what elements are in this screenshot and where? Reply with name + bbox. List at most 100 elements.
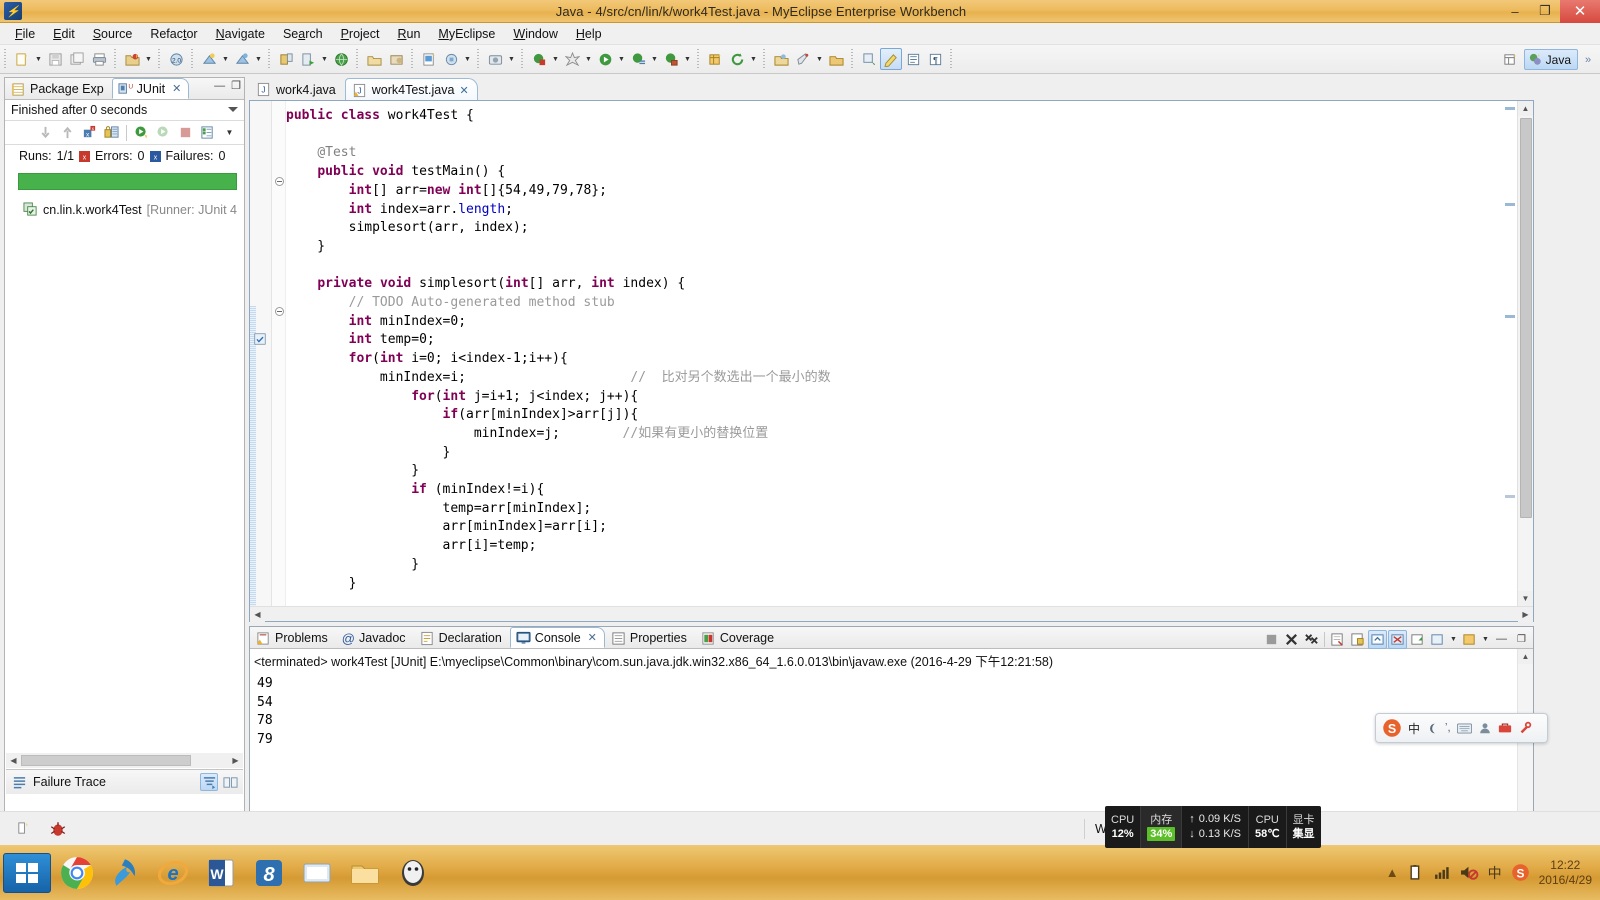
toolbox-icon[interactable] [1498,721,1512,735]
menu-navigate[interactable]: Navigate [207,25,274,43]
filter-stack-trace-icon[interactable] [200,773,218,791]
save-icon[interactable] [44,48,66,70]
scroll-left-icon[interactable]: ◀ [250,606,265,622]
next-annotation-icon[interactable] [726,48,748,70]
run-db-dropdown-icon[interactable]: ▼ [319,48,330,70]
scroll-thumb[interactable] [1520,118,1532,518]
editor-annotation-ruler[interactable] [250,101,272,606]
open-console-icon[interactable] [1408,630,1427,649]
new-class-icon[interactable] [418,48,440,70]
pin-console-icon[interactable] [1368,629,1387,649]
toolbar-grip[interactable] [113,49,118,69]
editor-folding-ruler[interactable] [272,101,286,606]
new-java-project-icon[interactable] [121,48,143,70]
windows-start-icon[interactable] [3,852,51,893]
menu-search[interactable]: Search [274,25,332,43]
run-history-dropdown-icon[interactable]: ▼ [649,48,660,70]
open-project-icon[interactable] [825,48,847,70]
left-view-maximize-icon[interactable]: ❐ [231,81,241,92]
db-explorer-icon[interactable] [275,48,297,70]
run-external-tools-icon[interactable] [660,48,682,70]
thunder-taskbar-icon[interactable] [103,851,147,895]
ime-cn-icon[interactable]: 中 [1488,863,1502,883]
run-external-dropdown-icon[interactable]: ▼ [682,48,693,70]
run-dropdown-icon[interactable]: ▼ [616,48,627,70]
editor-vertical-scrollbar[interactable]: ▲ ▼ [1517,101,1533,606]
new-wizard-icon[interactable] [11,48,33,70]
junit-horizontal-scrollbar[interactable]: ◀ ▶ [6,753,243,768]
editor-tab-work4[interactable]: J work4.java [249,78,345,101]
volume-muted-icon[interactable] [1460,864,1479,881]
menu-source[interactable]: Source [84,25,142,43]
scroll-left-icon[interactable]: ◀ [6,753,21,768]
moon-icon[interactable] [1426,722,1439,735]
toolbar-grip[interactable] [476,49,481,69]
rerun-failed-icon[interactable] [153,123,174,143]
save-all-icon[interactable] [66,48,88,70]
snapshot-dropdown-icon[interactable]: ▼ [506,48,517,70]
debug-dropdown-icon[interactable]: ▼ [550,48,561,70]
toolbar-grip[interactable] [696,49,701,69]
ime-mode-label[interactable]: 中 [1408,720,1420,737]
clear-console-icon[interactable] [1328,630,1347,649]
new-package-icon[interactable] [440,48,462,70]
fold-collapse-icon[interactable] [275,177,284,186]
toolbar-grip[interactable] [520,49,525,69]
editor-horizontal-scrollbar[interactable]: ◀ ▶ [250,606,1533,622]
snapshot-icon[interactable] [484,48,506,70]
console-minimize-icon[interactable]: — [1492,630,1511,649]
open-console-menu-icon[interactable] [1460,630,1479,649]
run-last-dropdown-icon[interactable]: ▼ [583,48,594,70]
lock-scroll-icon[interactable] [101,123,122,143]
tab-junit-close-icon[interactable]: ✕ [172,82,181,95]
show-failures-only-icon[interactable]: xx [79,123,100,143]
deploy-icon[interactable]: 2.0 [165,48,187,70]
myeclipse-taskbar-icon[interactable]: 8 [247,851,291,895]
minimize-button[interactable]: – [1500,1,1530,22]
fold-collapse-icon[interactable] [275,307,284,316]
maximize-button[interactable]: ❐ [1530,1,1560,22]
close-button[interactable]: ✕ [1560,0,1600,23]
stop-server-dropdown-icon[interactable]: ▼ [253,48,264,70]
keyboard-icon[interactable] [1456,722,1472,735]
perspective-overflow-icon[interactable]: » [1580,49,1596,71]
scroll-thumb[interactable] [21,755,191,766]
editor-body[interactable]: public class work4Test { @Test public vo… [249,100,1534,622]
toolbar-grip[interactable] [410,49,415,69]
toolbar-grip[interactable] [3,49,8,69]
terminate-all-icon[interactable] [1262,630,1281,649]
tab-coverage[interactable]: Coverage [695,627,782,648]
open-type-icon[interactable] [363,48,385,70]
new-wizard-dropdown-icon[interactable]: ▼ [33,48,44,70]
new-console-view-icon[interactable] [1428,630,1447,649]
toolbar-grip[interactable] [355,49,360,69]
battery-icon[interactable] [1408,864,1425,881]
run-server-dropdown-icon[interactable]: ▼ [220,48,231,70]
display-selected-console-icon[interactable] [1388,629,1407,649]
next-annotation-dropdown-icon[interactable]: ▼ [748,48,759,70]
overview-mark[interactable] [1505,315,1515,318]
explorer-taskbar-icon[interactable] [343,851,387,895]
tab-junit[interactable]: U JUnit ✕ [111,78,190,99]
toolbar-grip[interactable] [762,49,767,69]
editor-tab-close-icon[interactable]: ✕ [459,84,468,97]
run-database-icon[interactable] [297,48,319,70]
new-class-dropdown-icon[interactable]: ▼ [462,48,473,70]
stop-icon[interactable] [175,123,196,143]
toolbar-grip[interactable] [949,49,954,69]
quick-access-dropdown-icon[interactable]: ▼ [814,48,825,70]
open-perspective-icon[interactable] [1500,49,1522,71]
scroll-up-icon[interactable]: ▲ [1518,649,1533,664]
list-item[interactable]: cn.lin.k.work4Test [Runner: JUnit 4 [23,202,244,217]
show-hidden-icon[interactable]: ▲ [1386,865,1399,880]
tab-problems[interactable]: Problems [250,627,336,648]
new-window-icon[interactable] [704,48,726,70]
qq-taskbar-icon[interactable] [391,851,435,895]
web-browser-icon[interactable] [330,48,352,70]
remove-all-launches-icon[interactable] [1302,630,1321,649]
folder-taskbar-icon[interactable] [295,851,339,895]
previous-failure-icon[interactable] [57,123,78,143]
junit-view-menu-arrow-icon[interactable]: ▼ [219,123,240,143]
scroll-right-icon[interactable]: ▶ [1518,606,1533,622]
toolbar-grip[interactable] [190,49,195,69]
